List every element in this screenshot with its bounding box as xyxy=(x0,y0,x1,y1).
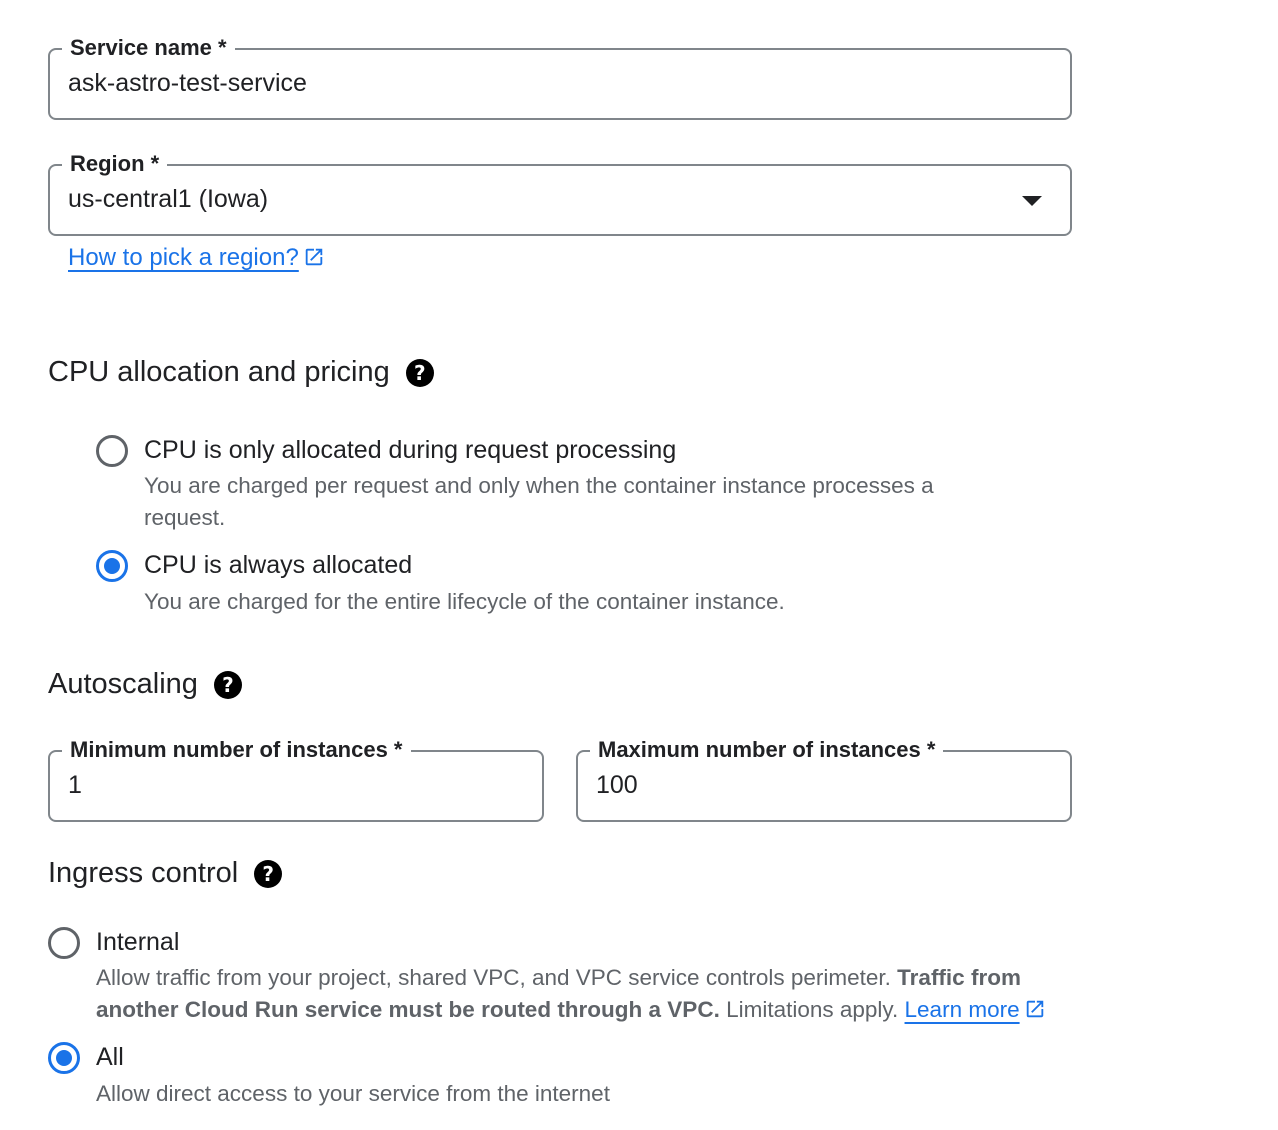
help-circle-icon[interactable]: ? xyxy=(213,670,242,699)
learn-more-text[interactable]: Learn more xyxy=(905,997,1020,1022)
max-instances-input[interactable] xyxy=(596,768,1008,802)
autoscaling-heading: Autoscaling ? xyxy=(48,668,242,701)
ingress-heading: Ingress control ? xyxy=(48,857,283,890)
cpu-always-label[interactable]: CPU is always allocated xyxy=(144,551,412,580)
min-instances-field[interactable]: Minimum number of instances * xyxy=(48,736,544,822)
ingress-all-description: Allow direct access to your service from… xyxy=(96,1081,610,1106)
cpu-request-description: You are charged per request and only whe… xyxy=(144,473,934,530)
arrow-drop-down-icon[interactable] xyxy=(1022,196,1042,206)
min-instances-label: Minimum number of instances * xyxy=(62,736,411,764)
ingress-all-radio[interactable] xyxy=(48,1042,80,1074)
ingress-internal-radio[interactable] xyxy=(48,927,80,959)
region-help-link-text[interactable]: How to pick a region? xyxy=(68,244,299,271)
cpu-heading-text: CPU allocation and pricing xyxy=(48,356,390,388)
cpu-always-description: You are charged for the entire lifecycle… xyxy=(144,589,785,614)
ingress-all-label[interactable]: All xyxy=(96,1043,124,1072)
service-name-label: Service name * xyxy=(62,34,235,62)
cpu-request-label[interactable]: CPU is only allocated during request pro… xyxy=(144,436,676,465)
region-value: us-central1 (Iowa) xyxy=(68,185,269,213)
service-name-field[interactable]: Service name * xyxy=(48,34,1072,120)
region-help-link[interactable]: How to pick a region? xyxy=(68,244,325,272)
ingress-heading-text: Ingress control xyxy=(48,857,239,889)
autoscaling-heading-text: Autoscaling xyxy=(48,668,198,700)
cpu-request-radio[interactable] xyxy=(96,435,128,467)
service-name-input[interactable] xyxy=(68,66,1008,100)
learn-more-link[interactable]: Learn more xyxy=(905,997,1046,1022)
help-circle-icon[interactable]: ? xyxy=(254,859,283,888)
cpu-always-radio[interactable] xyxy=(96,550,128,582)
region-select[interactable]: Region * us-central1 (Iowa) xyxy=(48,150,1072,236)
region-label: Region * xyxy=(62,150,168,178)
cpu-section-heading: CPU allocation and pricing ? xyxy=(48,356,434,389)
ingress-internal-description: Allow traffic from your project, shared … xyxy=(96,962,1086,1026)
ingress-internal-label[interactable]: Internal xyxy=(96,928,179,957)
internal-desc-part1: Allow traffic from your project, shared … xyxy=(96,965,891,990)
internal-desc-part2: Limitations apply. xyxy=(726,997,899,1022)
open-in-new-icon xyxy=(305,248,323,266)
open-in-new-icon xyxy=(1026,1000,1043,1018)
max-instances-label: Maximum number of instances * xyxy=(590,736,944,764)
max-instances-field[interactable]: Maximum number of instances * xyxy=(576,736,1072,822)
help-circle-icon[interactable]: ? xyxy=(405,358,434,387)
min-instances-input[interactable] xyxy=(68,768,480,802)
